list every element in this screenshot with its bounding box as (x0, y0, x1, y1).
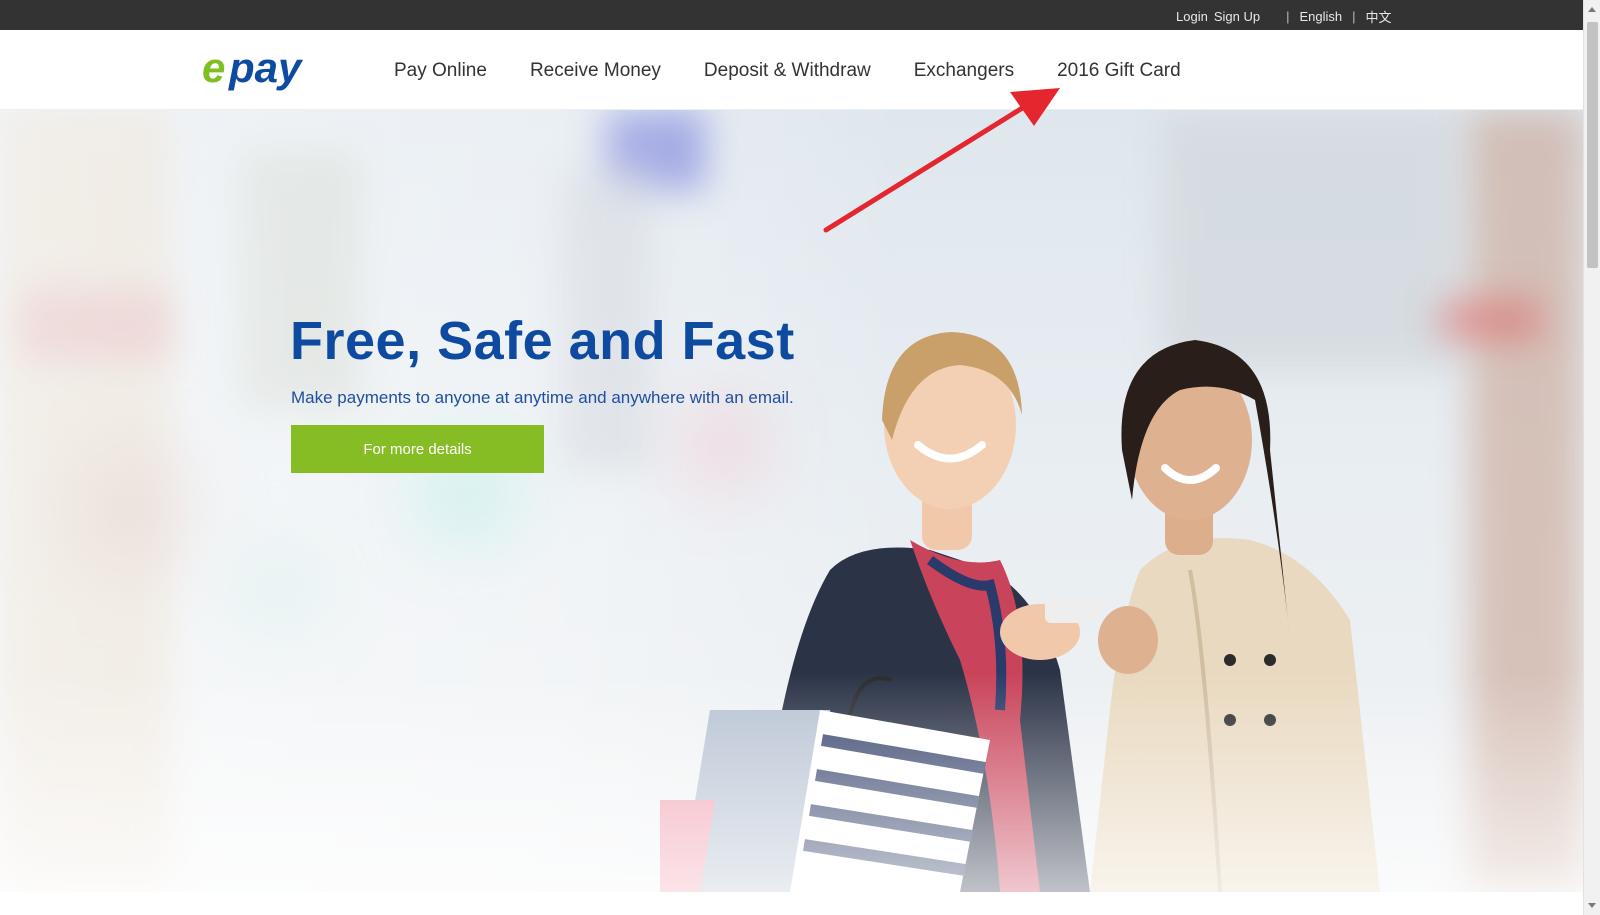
annotation-arrow-icon (823, 88, 1060, 233)
nav-pay-online[interactable]: Pay Online (394, 56, 487, 86)
login-link[interactable]: Login (1176, 9, 1208, 24)
more-details-button[interactable]: For more details (291, 425, 544, 473)
language-chinese-link[interactable]: 中文 (1365, 7, 1391, 26)
scroll-up-icon[interactable] (1588, 7, 1596, 12)
hero-subtitle: Make payments to anyone at anytime and a… (291, 388, 794, 407)
utility-links: Login Sign Up | English | 中文 (1176, 7, 1392, 26)
hero-title: Free, Safe and Fast (290, 311, 795, 371)
scrollbar-thumb[interactable] (1587, 22, 1598, 268)
hero-bottom-fade (0, 672, 1583, 892)
hero-banner: Free, Safe and Fast Make payments to any… (0, 110, 1583, 892)
scroll-down-icon[interactable] (1588, 903, 1596, 908)
language-english-link[interactable]: English (1299, 9, 1342, 24)
browser-viewport: Login Sign Up | English | 中文 e pay Pay O… (0, 0, 1583, 915)
nav-receive-money[interactable]: Receive Money (530, 56, 661, 86)
page-below-fold (0, 892, 1583, 915)
separator: | (1286, 8, 1290, 24)
nav-gift-card[interactable]: 2016 Gift Card (1057, 56, 1181, 86)
top-utility-bar: Login Sign Up | English | 中文 (0, 0, 1583, 30)
epay-logo[interactable]: e pay (200, 44, 330, 96)
separator: | (1352, 8, 1356, 24)
logo-pay: pay (228, 44, 304, 91)
backdrop-shape (1440, 300, 1540, 340)
site-header: e pay Pay Online Receive Money Deposit &… (0, 30, 1583, 110)
signup-link[interactable]: Sign Up (1214, 9, 1260, 24)
vertical-scrollbar[interactable] (1583, 0, 1600, 915)
logo-e: e (202, 44, 225, 91)
